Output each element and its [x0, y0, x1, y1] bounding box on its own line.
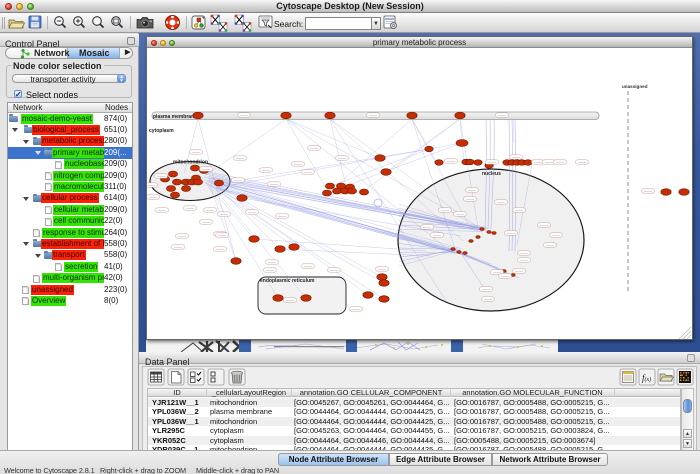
- svg-text:endoplasmic reticulum: endoplasmic reticulum: [260, 278, 315, 284]
- svg-text:cytoplasm: cytoplasm: [149, 128, 174, 134]
- svg-text:unassigned: unassigned: [622, 84, 648, 89]
- svg-text:nucleus: nucleus: [482, 171, 501, 177]
- svg-text:mitochondrion: mitochondrion: [173, 160, 208, 166]
- svg-text:plasma membrane: plasma membrane: [153, 114, 197, 120]
